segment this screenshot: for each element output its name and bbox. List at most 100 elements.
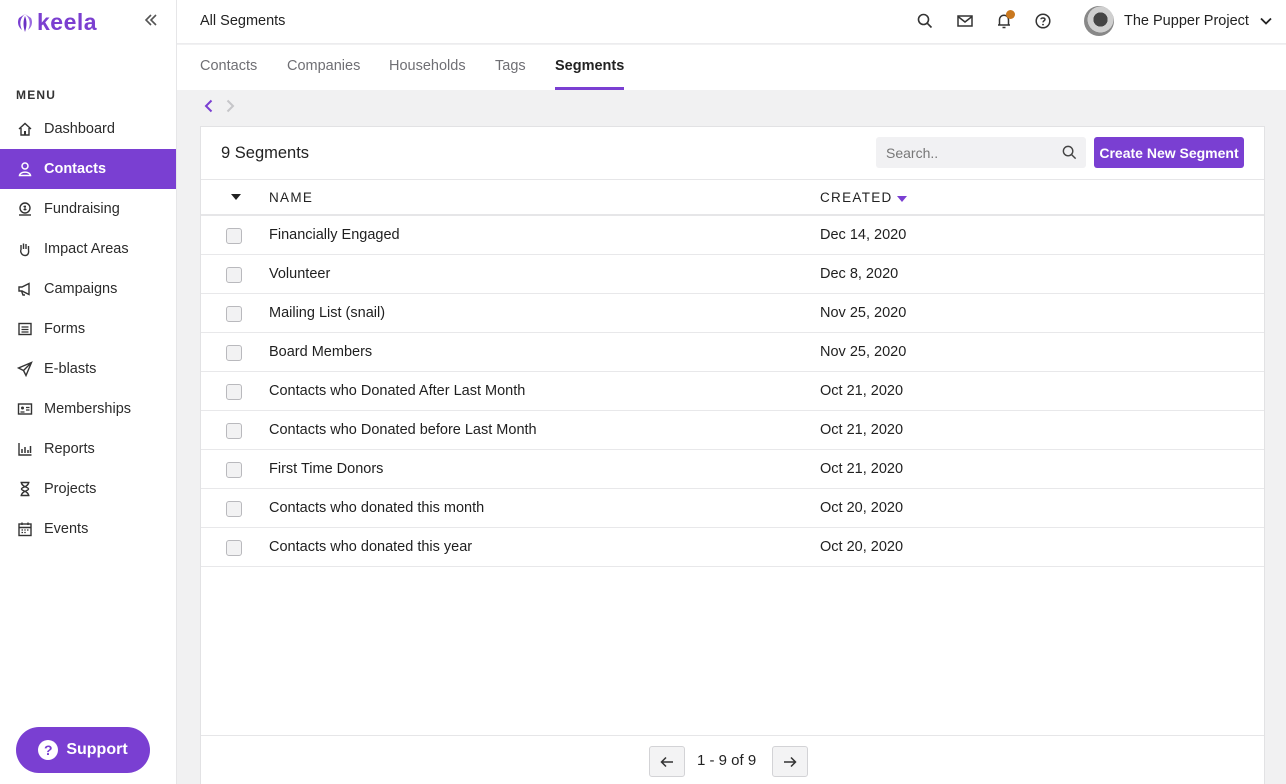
sidebar-item-events[interactable]: Events [0, 509, 176, 549]
notifications-button[interactable] [995, 10, 1015, 30]
back-arrow-icon[interactable] [201, 98, 217, 114]
sidebar-item-contacts[interactable]: Contacts [0, 149, 176, 189]
segment-name[interactable]: Board Members [269, 344, 372, 360]
tab-contacts[interactable]: Contacts [200, 58, 257, 90]
search-icon[interactable] [1061, 144, 1078, 161]
arrow-left-icon [660, 756, 673, 767]
table-row[interactable]: Contacts who donated this month Oct 20, … [201, 489, 1264, 528]
row-checkbox[interactable] [226, 384, 242, 400]
pagination-range: 1 - 9 of 9 [697, 752, 757, 769]
segment-name[interactable]: Contacts who donated this year [269, 539, 472, 555]
tab-tags[interactable]: Tags [495, 58, 526, 90]
sidebar-item-label: Contacts [44, 161, 107, 177]
logo-text: keela [37, 9, 98, 35]
sort-descending-icon[interactable] [897, 196, 907, 202]
sidebar-item-memberships[interactable]: Memberships [0, 389, 176, 429]
previous-page-button[interactable] [649, 746, 685, 777]
sidebar-item-reports[interactable]: Reports [0, 429, 176, 469]
row-checkbox[interactable] [226, 306, 242, 322]
home-icon [18, 122, 32, 136]
segment-created-date: Nov 25, 2020 [820, 344, 907, 360]
megaphone-icon [18, 282, 30, 296]
segment-name[interactable]: Mailing List (snail) [269, 305, 385, 321]
mail-icon[interactable] [956, 12, 974, 30]
table-row[interactable]: Volunteer Dec 8, 2020 [201, 255, 1264, 294]
collapse-sidebar-icon[interactable] [141, 10, 161, 30]
segment-name[interactable]: Financially Engaged [269, 227, 400, 243]
sidebar-item-forms[interactable]: Forms [0, 309, 176, 349]
segments-card: 9 Segments Create New Segment NAME CREAT… [200, 126, 1265, 784]
search-icon[interactable] [916, 12, 934, 30]
create-new-segment-button[interactable]: Create New Segment [1094, 137, 1244, 168]
table-row[interactable]: Mailing List (snail) Nov 25, 2020 [201, 294, 1264, 333]
table-row[interactable]: Financially Engaged Dec 14, 2020 [201, 216, 1264, 255]
segment-created-date: Dec 14, 2020 [820, 227, 907, 243]
paper-plane-icon [17, 361, 33, 377]
sidebar-item-eblasts[interactable]: E-blasts [0, 349, 176, 389]
tab-companies[interactable]: Companies [287, 58, 360, 90]
search-input[interactable] [876, 137, 1046, 168]
segment-name[interactable]: Contacts who Donated before Last Month [269, 422, 537, 438]
column-header-name[interactable]: NAME [269, 190, 313, 205]
row-checkbox[interactable] [226, 540, 242, 556]
segment-name[interactable]: Volunteer [269, 266, 330, 282]
segment-created-date: Dec 8, 2020 [820, 266, 899, 282]
table-row[interactable]: Contacts who donated this year Oct 20, 2… [201, 528, 1264, 567]
sidebar-item-label: Campaigns [44, 281, 118, 297]
pagination-bar: 1 - 9 of 9 [201, 735, 1264, 784]
sidebar-item-label: Memberships [44, 401, 132, 417]
sidebar-menu: Dashboard Contacts Fundraising Impact Ar… [0, 109, 176, 549]
arrow-right-icon [784, 756, 797, 767]
segments-count: 9 Segments [221, 144, 310, 162]
help-icon[interactable] [1034, 12, 1052, 30]
row-checkbox[interactable] [226, 228, 242, 244]
chevron-down-icon [1260, 17, 1272, 25]
top-header: All Segments The Pupper Project [177, 0, 1286, 44]
profile-menu[interactable]: The Pupper Project [1084, 6, 1273, 36]
tab-households[interactable]: Households [389, 58, 466, 90]
sidebar: keela MENU Dashboard Contacts Fundraisin… [0, 0, 177, 784]
support-button[interactable]: ? Support [16, 727, 150, 773]
row-checkbox[interactable] [226, 462, 242, 478]
sidebar-item-campaigns[interactable]: Campaigns [0, 269, 176, 309]
forward-arrow-icon[interactable] [222, 98, 238, 114]
menu-title: MENU [16, 88, 57, 102]
avatar [1084, 6, 1114, 36]
sidebar-item-label: Fundraising [44, 201, 120, 217]
keela-logo[interactable]: keela [16, 9, 97, 36]
table-row[interactable]: Board Members Nov 25, 2020 [201, 333, 1264, 372]
sidebar-item-fundraising[interactable]: Fundraising [0, 189, 176, 229]
tab-segments[interactable]: Segments [555, 58, 625, 90]
table-row[interactable]: Contacts who Donated before Last Month O… [201, 411, 1264, 450]
next-page-button[interactable] [772, 746, 808, 777]
bar-chart-icon [18, 443, 32, 456]
sidebar-item-projects[interactable]: Projects [0, 469, 176, 509]
sidebar-item-dashboard[interactable]: Dashboard [0, 109, 176, 149]
row-checkbox[interactable] [226, 345, 242, 361]
sidebar-item-label: Dashboard [44, 121, 115, 137]
sidebar-item-impact-areas[interactable]: Impact Areas [0, 229, 176, 269]
table-row[interactable]: First Time Donors Oct 21, 2020 [201, 450, 1264, 489]
row-checkbox[interactable] [226, 267, 242, 283]
row-checkbox[interactable] [226, 501, 242, 517]
profile-name: The Pupper Project [1124, 13, 1249, 29]
hourglass-icon [20, 481, 30, 497]
select-all-dropdown-icon[interactable] [231, 194, 241, 200]
segment-created-date: Oct 21, 2020 [820, 422, 904, 438]
table-header: NAME CREATED [201, 179, 1264, 216]
person-icon [18, 162, 32, 177]
segment-created-date: Oct 20, 2020 [820, 500, 904, 516]
segments-table-body: Financially Engaged Dec 14, 2020 Volunte… [201, 216, 1264, 567]
sidebar-item-label: Events [44, 521, 89, 537]
donation-icon [19, 202, 31, 216]
segment-created-date: Oct 21, 2020 [820, 383, 904, 399]
sidebar-item-label: Impact Areas [44, 241, 129, 257]
column-header-created[interactable]: CREATED [820, 190, 893, 205]
table-row[interactable]: Contacts who Donated After Last Month Oc… [201, 372, 1264, 411]
segment-name[interactable]: Contacts who donated this month [269, 500, 484, 516]
sidebar-item-label: Reports [44, 441, 95, 457]
segment-name[interactable]: First Time Donors [269, 461, 383, 477]
row-checkbox[interactable] [226, 423, 242, 439]
segment-name[interactable]: Contacts who Donated After Last Month [269, 383, 525, 399]
sidebar-item-label: E-blasts [44, 361, 97, 377]
